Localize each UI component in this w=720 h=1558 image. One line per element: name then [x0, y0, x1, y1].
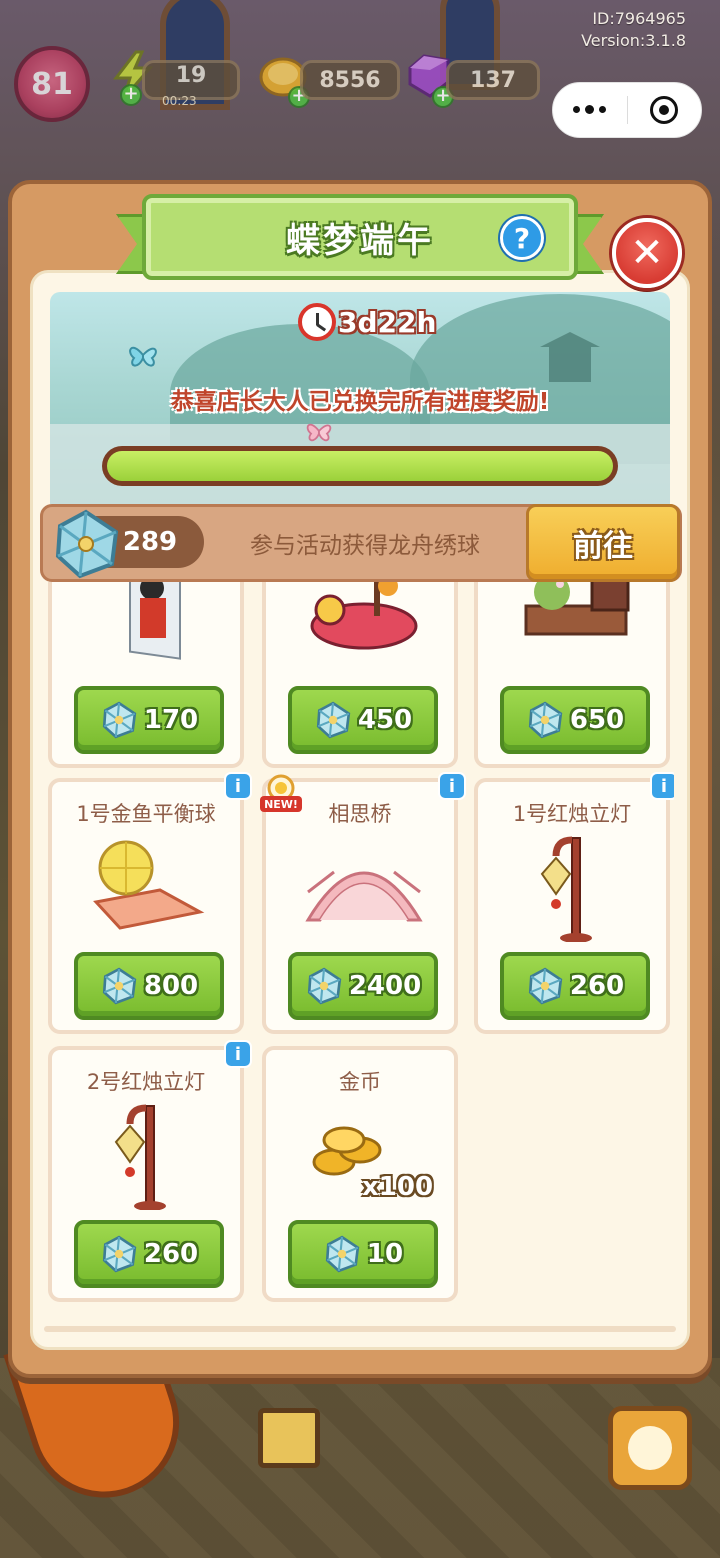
- more-dots-icon: [573, 105, 607, 114]
- grid-bottom-edge: [44, 1326, 676, 1332]
- item-image: [310, 582, 418, 650]
- price-value: 450: [357, 705, 413, 735]
- price-value: 10: [366, 1239, 404, 1269]
- shop-item-card[interactable]: 金币 x100 10: [262, 1046, 458, 1302]
- item-name: 2号红烛立灯: [86, 1070, 206, 1094]
- shop-item-card[interactable]: 450: [262, 582, 458, 768]
- item-image: [540, 836, 592, 942]
- info-icon[interactable]: i: [438, 772, 466, 800]
- buy-button[interactable]: 260: [74, 1220, 224, 1288]
- shop-item-card[interactable]: 1号红烛立灯 260 i: [474, 772, 674, 1034]
- svg-text:NEW!: NEW!: [264, 798, 298, 811]
- shop-item-card[interactable]: 1号金鱼平衡球 800 i: [48, 772, 252, 1034]
- buy-button[interactable]: 170: [74, 686, 224, 754]
- item-image: [129, 582, 181, 660]
- progress-bar: [102, 446, 618, 486]
- user-id: ID:7964965: [592, 9, 686, 28]
- info-icon[interactable]: i: [224, 772, 252, 800]
- price-value: 800: [143, 971, 199, 1001]
- more-menu-button[interactable]: [553, 83, 627, 137]
- help-button[interactable]: ?: [500, 216, 544, 260]
- butterfly-icon: [306, 423, 332, 442]
- currency-hint: 参与活动获得龙舟绣球: [250, 533, 480, 559]
- item-name: 1号红烛立灯: [512, 802, 632, 826]
- buy-button[interactable]: 10: [288, 1220, 438, 1288]
- embroidered-ball-icon: [102, 1235, 137, 1273]
- add-energy-button[interactable]: +: [120, 84, 142, 106]
- gem-value: 137: [470, 67, 516, 93]
- embroidered-ball-icon: [528, 967, 563, 1005]
- buy-button[interactable]: 800: [74, 952, 224, 1020]
- go-button[interactable]: 前往: [526, 504, 680, 582]
- chat-icon: [628, 1426, 672, 1470]
- item-image: [524, 582, 630, 636]
- target-ring-icon: [650, 96, 679, 124]
- chat-button[interactable]: [608, 1406, 692, 1490]
- price-value: 260: [143, 1239, 199, 1269]
- clock-icon: [298, 303, 336, 341]
- item-name: 金币: [339, 1070, 381, 1094]
- version-label: Version:3.1.8: [581, 31, 686, 50]
- embroidered-ball-icon: [325, 1235, 360, 1273]
- panel-title: 蝶梦端午: [286, 220, 434, 261]
- item-image: [305, 870, 423, 922]
- embroidered-ball-icon: [102, 701, 137, 739]
- item-grid[interactable]: 170 450 650 1号金鱼平衡球 800 i 相思桥 2400 i NEW! 1号红烛立灯 26…: [48, 582, 674, 1306]
- price-value: 170: [143, 705, 199, 735]
- info-icon[interactable]: i: [650, 772, 674, 800]
- buy-button[interactable]: 2400: [288, 952, 438, 1020]
- buy-button[interactable]: 260: [500, 952, 650, 1020]
- exit-miniprogram-button[interactable]: [628, 83, 702, 137]
- coin-value: 8556: [319, 67, 381, 93]
- price-value: 260: [569, 971, 625, 1001]
- gem-counter: 137: [446, 60, 540, 100]
- level-badge[interactable]: 81: [14, 46, 90, 122]
- shop-sign: [258, 1408, 320, 1468]
- countdown-text: 3d22h: [338, 305, 437, 339]
- shop-item-card[interactable]: 相思桥 2400 i NEW!: [260, 772, 466, 1034]
- item-name: 1号金鱼平衡球: [76, 802, 216, 826]
- embroidered-ball-icon: [307, 967, 342, 1005]
- embroidered-ball-icon: [55, 509, 119, 579]
- miniprogram-capsule: [552, 82, 702, 138]
- shop-item-card[interactable]: 170: [48, 582, 244, 768]
- shop-item-card[interactable]: 650: [474, 582, 670, 768]
- item-image: [114, 1104, 166, 1210]
- countdown-timer: 3d22h: [298, 302, 436, 342]
- price-value: 650: [569, 705, 625, 735]
- build-info: ID:7964965 Version:3.1.8: [581, 8, 686, 52]
- price-value: 2400: [348, 971, 422, 1001]
- buy-button[interactable]: 450: [288, 686, 438, 754]
- completion-message: 恭喜店长大人已兑换完所有进度奖励!: [170, 389, 550, 415]
- butterfly-icon: [129, 346, 157, 367]
- embroidered-ball-icon: [102, 967, 137, 1005]
- buy-button[interactable]: 650: [500, 686, 650, 754]
- embroidered-ball-icon: [528, 701, 563, 739]
- info-icon[interactable]: i: [224, 1040, 252, 1068]
- energy-value: 19: [175, 62, 207, 88]
- coin-counter: 8556: [300, 60, 400, 100]
- energy-timer: 00:23: [162, 94, 197, 108]
- close-button[interactable]: ✕: [612, 218, 682, 288]
- progress-fill: [107, 451, 613, 481]
- embroidered-ball-icon: [316, 701, 351, 739]
- shop-item-card[interactable]: 2号红烛立灯 260 i: [48, 1040, 252, 1302]
- item-quantity: x100: [362, 1172, 434, 1202]
- item-image: [93, 840, 205, 930]
- new-badge-icon: NEW!: [260, 774, 302, 812]
